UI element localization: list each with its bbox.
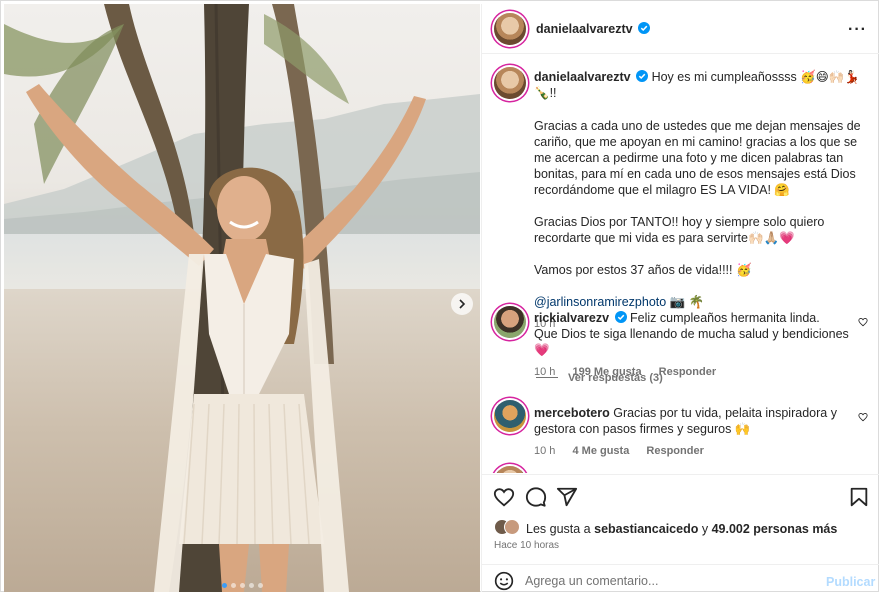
view-replies-button[interactable]: Ver respuestas (3) <box>536 372 663 384</box>
verified-badge-icon <box>614 311 627 323</box>
likes-suffix: y <box>701 522 709 536</box>
author-avatar[interactable] <box>494 13 526 45</box>
carousel-dot <box>240 583 245 588</box>
comment-like-heart-icon[interactable] <box>858 317 868 327</box>
caption-username[interactable]: danielaalvareztv <box>534 70 631 84</box>
likers-avatars <box>494 519 526 537</box>
verified-badge-icon <box>636 70 649 82</box>
comment-input[interactable] <box>525 571 815 591</box>
carousel-dot <box>258 583 263 588</box>
likes-prefix: Les gusta a <box>526 522 591 536</box>
comment-time: 10 h <box>534 445 556 457</box>
author-username[interactable]: danielaalvareztv <box>536 22 633 36</box>
reply-button[interactable]: Responder <box>646 445 703 457</box>
comment-username[interactable]: mercebotero <box>534 406 610 420</box>
photo-scene <box>4 4 426 592</box>
carousel-dot <box>249 583 254 588</box>
post-side-panel: danielaalvareztv ··· danielaalvareztv Ho… <box>481 4 879 594</box>
view-replies-label: Ver respuestas (3) <box>568 372 663 384</box>
carousel-dot <box>222 583 227 588</box>
post-modal: danielaalvareztv ··· danielaalvareztv Ho… <box>0 0 879 592</box>
comment-1: rickialvarezv Feliz cumpleaños hermanita… <box>534 310 850 380</box>
publish-button[interactable]: Publicar <box>826 575 875 589</box>
reply-button[interactable]: Responder <box>659 366 716 378</box>
caption-avatar[interactable] <box>494 67 526 99</box>
comment-composer: Publicar <box>482 564 879 595</box>
photo-credit-link[interactable]: @jarlinsonramirezphoto <box>534 295 666 309</box>
emoji-icon[interactable] <box>494 571 514 591</box>
likes-count[interactable]: 49.002 personas más <box>712 522 838 536</box>
more-options-icon[interactable]: ··· <box>848 21 867 39</box>
bookmark-icon[interactable] <box>848 486 870 508</box>
comment-likes[interactable]: 4 Me gusta <box>572 445 629 457</box>
verified-badge-icon <box>638 22 651 34</box>
photo-credit-suffix: 📷 🌴 <box>669 295 705 309</box>
comment-bubble-icon[interactable] <box>525 486 547 508</box>
post-photo[interactable] <box>4 4 480 592</box>
commenter-avatar[interactable] <box>494 400 526 432</box>
author-name-row: danielaalvareztv <box>536 21 651 36</box>
likes-summary[interactable]: Les gusta a sebastiancaicedo y 49.002 pe… <box>526 522 837 536</box>
next-slide-button[interactable] <box>451 293 473 315</box>
comments-scroll-area[interactable]: danielaalvareztv Hoy es mi cumpleañossss… <box>482 55 879 473</box>
heart-icon[interactable] <box>493 486 515 508</box>
carousel-dot <box>231 583 236 588</box>
replies-divider <box>536 377 558 378</box>
commenter-avatar[interactable] <box>494 466 526 473</box>
comment-username[interactable]: rickialvarezv <box>534 311 609 325</box>
comment-like-heart-icon[interactable] <box>858 412 868 422</box>
carousel-indicator <box>222 583 263 588</box>
caption-paragraph-1: Gracias a cada uno de ustedes que me dej… <box>534 119 861 197</box>
liker-avatar <box>504 519 520 535</box>
caption-paragraph-3: Vamos por estos 37 años de vida!!!! 🥳 <box>534 263 752 277</box>
chevron-right-icon <box>459 299 466 309</box>
comment-2: mercebotero Gracias por tu vida, pelaita… <box>534 405 850 459</box>
send-icon[interactable] <box>556 486 578 508</box>
commenter-avatar[interactable] <box>494 306 526 338</box>
post-timestamp[interactable]: Hace 10 horas <box>494 540 559 551</box>
likes-user[interactable]: sebastiancaicedo <box>594 522 698 536</box>
post-header: danielaalvareztv ··· <box>482 4 879 54</box>
caption-paragraph-2: Gracias Dios por TANTO!! hoy y siempre s… <box>534 215 825 245</box>
caption: danielaalvareztv Hoy es mi cumpleañossss… <box>534 69 869 332</box>
post-actions: Les gusta a sebastiancaicedo y 49.002 pe… <box>482 474 879 594</box>
